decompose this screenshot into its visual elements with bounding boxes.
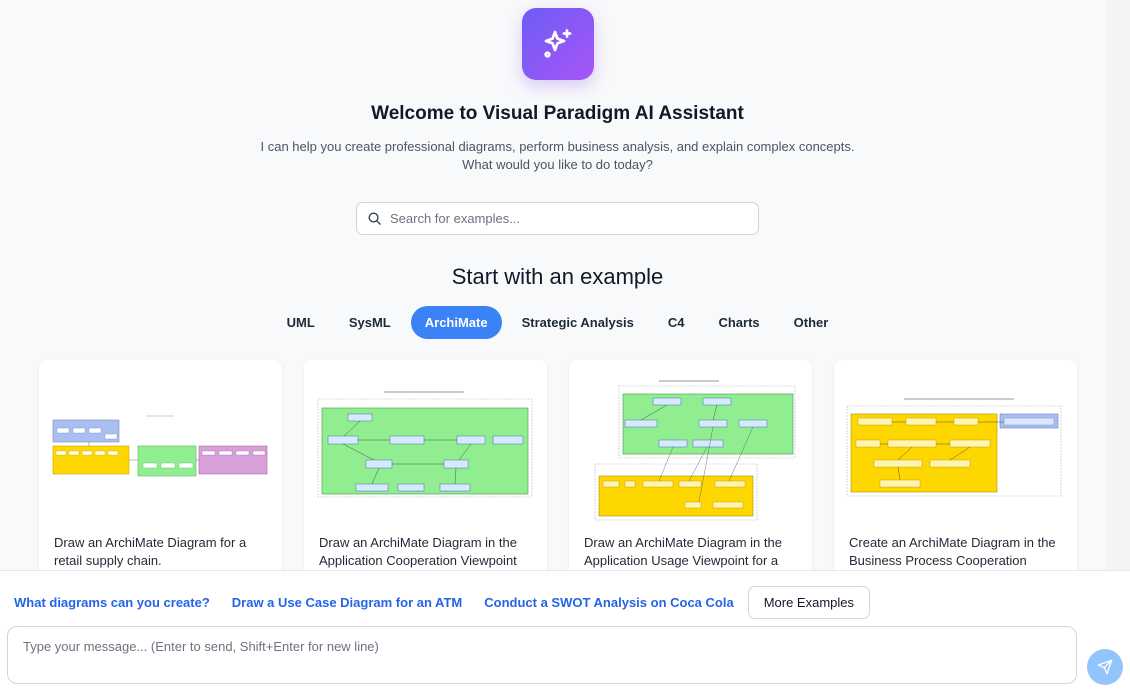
sparkles-icon [544,29,572,58]
suggestion-link-diagrams[interactable]: What diagrams can you create? [14,595,210,610]
search-input[interactable] [390,211,740,226]
tab-strategic-analysis[interactable]: Strategic Analysis [508,306,648,339]
composer-panel: What diagrams can you create? Draw a Use… [0,570,1130,691]
suggestion-bar: What diagrams can you create? Draw a Use… [14,586,870,619]
message-input[interactable] [8,627,1076,683]
category-tabs: UML SysML ArchiMate Strategic Analysis C… [0,306,1115,339]
card-description: Create an ArchiMate Diagram in the Busin… [849,535,1056,568]
example-card-application-usage[interactable]: Draw an ArchiMate Diagram in the Applica… [569,360,812,570]
example-card-business-process-cooperation[interactable]: Create an ArchiMate Diagram in the Busin… [834,360,1077,570]
example-cards: Draw an ArchiMate Diagram for a retail s… [39,360,1077,570]
message-box[interactable] [7,626,1077,684]
diagram-thumbnail [52,415,268,477]
card-description: Draw an ArchiMate Diagram in the Applica… [584,535,782,568]
diagram-thumbnail [846,398,1062,497]
page-title: Welcome to Visual Paradigm AI Assistant [371,103,744,124]
search-icon [368,212,381,225]
search-box[interactable] [356,202,759,235]
card-description: Draw an ArchiMate Diagram in the Applica… [319,535,517,568]
tab-sysml[interactable]: SysML [335,306,405,339]
example-card-application-cooperation[interactable]: Draw an ArchiMate Diagram in the Applica… [304,360,547,570]
example-card-retail-supply-chain[interactable]: Draw an ArchiMate Diagram for a retail s… [39,360,282,570]
tab-charts[interactable]: Charts [704,306,773,339]
examples-heading: Start with an example [451,264,664,289]
suggestion-link-swot[interactable]: Conduct a SWOT Analysis on Coca Cola [484,595,733,610]
diagram-thumbnail [317,391,533,498]
tab-uml[interactable]: UML [273,306,329,339]
send-button[interactable] [1087,649,1123,685]
tab-other[interactable]: Other [780,306,843,339]
send-icon [1097,659,1113,675]
main-panel: Welcome to Visual Paradigm AI Assistant … [0,0,1130,570]
page-subtitle: I can help you create professional diagr… [260,139,855,172]
diagram-thumbnail [594,380,796,521]
card-description: Draw an ArchiMate Diagram for a retail s… [54,535,247,568]
suggestion-link-use-case[interactable]: Draw a Use Case Diagram for an ATM [232,595,462,610]
tab-archimate[interactable]: ArchiMate [410,306,502,339]
tab-c4[interactable]: C4 [654,306,699,339]
assistant-logo [522,8,594,80]
more-examples-button[interactable]: More Examples [747,586,870,619]
